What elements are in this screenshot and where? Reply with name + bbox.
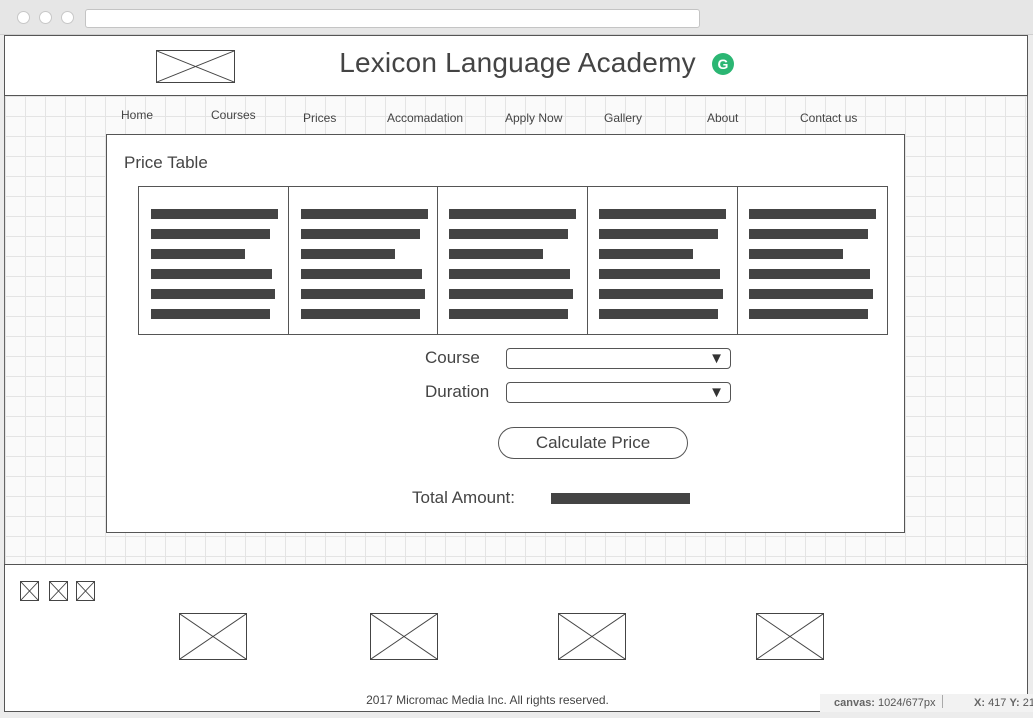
copyright-text: 2017 Micromac Media Inc. All rights rese…	[366, 693, 609, 707]
footer-image-placeholder	[370, 613, 438, 660]
canvas-status-bar: canvas: 1024/677px X: 417 Y: 21	[820, 694, 1033, 712]
price-table-heading: Price Table	[124, 153, 208, 172]
window-maximize-button[interactable]	[61, 11, 74, 24]
duration-select[interactable]: ▼	[506, 382, 731, 403]
footer-image-placeholder	[179, 613, 247, 660]
canvas-size-label: canvas:	[834, 697, 875, 709]
chevron-down-icon: ▼	[709, 350, 724, 367]
price-table-column	[437, 186, 588, 335]
nav-home[interactable]: Home	[121, 108, 153, 122]
cursor-x-value: 417	[988, 697, 1007, 709]
cursor-y-label: Y:	[1009, 697, 1020, 709]
nav-contact-us[interactable]: Contact us	[800, 111, 857, 125]
course-select[interactable]: ▼	[506, 348, 731, 369]
grammarly-icon[interactable]: G	[712, 53, 734, 75]
social-icon-placeholder[interactable]	[20, 581, 39, 601]
total-amount-value	[551, 493, 690, 504]
total-amount-label: Total Amount:	[412, 488, 516, 507]
cursor-x-label: X:	[974, 697, 985, 709]
price-table-column	[288, 186, 438, 335]
duration-label: Duration	[425, 382, 490, 401]
cursor-y-value: 21	[1022, 697, 1033, 709]
address-bar[interactable]	[85, 9, 700, 28]
social-icon-placeholder[interactable]	[76, 581, 95, 601]
price-table-column	[587, 186, 738, 335]
site-footer	[4, 564, 1028, 712]
social-icon-placeholder[interactable]	[49, 581, 68, 601]
site-title: Lexicon Language Academy	[339, 47, 696, 78]
window-close-button[interactable]	[17, 11, 30, 24]
price-table-column	[737, 186, 888, 335]
footer-image-placeholder	[558, 613, 626, 660]
footer-image-placeholder	[756, 613, 824, 660]
chevron-down-icon: ▼	[709, 384, 724, 401]
logo-image-placeholder	[156, 50, 235, 83]
window-minimize-button[interactable]	[39, 11, 52, 24]
nav-about[interactable]: About	[707, 111, 738, 125]
nav-courses[interactable]: Courses	[211, 108, 256, 122]
nav-gallery[interactable]: Gallery	[604, 111, 642, 125]
nav-accomadation[interactable]: Accomadation	[387, 111, 463, 125]
nav-apply-now[interactable]: Apply Now	[505, 111, 562, 125]
canvas-size-value: 1024/677px	[878, 697, 936, 709]
nav-prices[interactable]: Prices	[303, 111, 336, 125]
calculate-price-button[interactable]: Calculate Price	[498, 427, 688, 459]
price-table-column	[138, 186, 289, 335]
status-divider	[942, 695, 943, 708]
course-label: Course	[425, 348, 480, 367]
